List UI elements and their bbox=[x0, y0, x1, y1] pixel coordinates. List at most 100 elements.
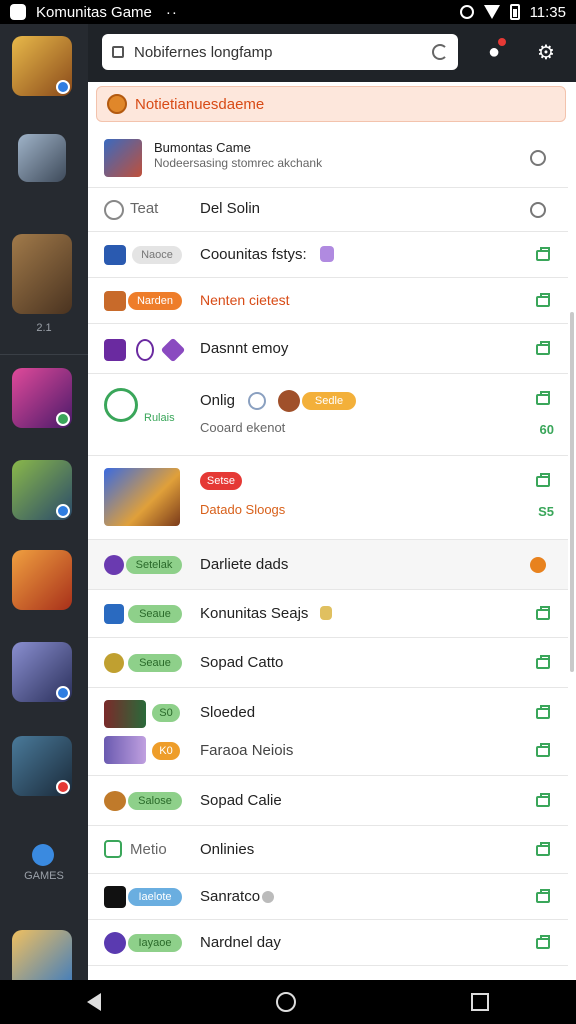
open-icon[interactable] bbox=[536, 606, 550, 620]
system-nav-bar bbox=[0, 980, 576, 1024]
open-icon[interactable] bbox=[536, 341, 550, 355]
recents-icon[interactable] bbox=[470, 993, 489, 1011]
info-icon bbox=[248, 392, 266, 410]
open-icon[interactable] bbox=[536, 935, 550, 949]
scrollbar[interactable] bbox=[570, 312, 574, 672]
rail-game-1[interactable] bbox=[12, 36, 72, 96]
row-label: Nardnel day bbox=[200, 934, 281, 951]
row-label: Onlig bbox=[200, 392, 236, 409]
open-icon[interactable] bbox=[536, 473, 550, 487]
open-icon[interactable] bbox=[536, 743, 550, 757]
row-tag: Seaue bbox=[128, 605, 182, 623]
app-icon bbox=[10, 4, 26, 20]
rail-game-5[interactable] bbox=[12, 460, 72, 520]
notification-icon bbox=[56, 780, 70, 794]
shield-icon[interactable] bbox=[530, 202, 546, 218]
verified-icon bbox=[56, 80, 70, 94]
open-icon[interactable] bbox=[536, 793, 550, 807]
avatar bbox=[104, 555, 124, 575]
avatar bbox=[104, 653, 124, 673]
rail-game-2[interactable] bbox=[18, 134, 66, 182]
reload-icon[interactable] bbox=[432, 44, 448, 60]
rail-game-8[interactable] bbox=[12, 736, 72, 796]
notification-banner[interactable]: Notietianuesdaeme bbox=[96, 86, 566, 122]
row-sub: Datado Sloogs bbox=[200, 502, 286, 517]
status-bar-title: Komunitas Game bbox=[36, 3, 152, 21]
list-item[interactable]: Narden Nenten cietest bbox=[88, 278, 568, 324]
game-thumbnail bbox=[104, 700, 146, 728]
check-icon bbox=[104, 840, 122, 858]
status-dot-icon bbox=[530, 557, 546, 573]
rail-game-4[interactable] bbox=[12, 368, 72, 428]
wifi-icon bbox=[483, 5, 500, 19]
rail-caption-games: GAMES bbox=[24, 870, 64, 882]
list-item[interactable]: Teat Del Solin bbox=[88, 188, 568, 232]
badge-icon bbox=[136, 339, 154, 361]
row-label: Sanratco bbox=[200, 888, 261, 905]
game-thumbnail bbox=[104, 886, 126, 908]
row-sub: Cooard ekenot bbox=[200, 420, 286, 435]
open-icon[interactable] bbox=[536, 889, 550, 903]
search-input[interactable]: Nobifernes longfamp bbox=[102, 34, 458, 70]
game-thumbnail bbox=[104, 291, 126, 311]
list-item[interactable]: Dasnnt emoy bbox=[88, 324, 568, 374]
list-item[interactable]: Rulais Onlig Sedle Cooard ekenot 60 bbox=[88, 374, 568, 456]
list-item[interactable]: Naoce Coounitas fstys: bbox=[88, 232, 568, 278]
back-icon[interactable] bbox=[87, 993, 102, 1011]
info-icon bbox=[262, 891, 274, 903]
list-item[interactable]: Seaue Konunitas Seajs bbox=[88, 590, 568, 638]
list-item[interactable]: Iayaoe Nardnel day bbox=[88, 920, 568, 966]
status-bar: Komunitas Game ·· 11:35 bbox=[0, 0, 576, 24]
verified-icon bbox=[56, 412, 70, 426]
row-count: 60 bbox=[539, 422, 554, 437]
status-bar-dots: ·· bbox=[165, 3, 178, 21]
row-label: Sloeded bbox=[200, 704, 256, 721]
row-sub: Nodeersasing stomrec akchank bbox=[154, 156, 323, 170]
list-item[interactable]: Bumontas Came Nodeersasing stomrec akcha… bbox=[88, 126, 568, 188]
open-icon[interactable] bbox=[536, 842, 550, 856]
gear-icon: ⚙ bbox=[537, 41, 555, 64]
list-item[interactable]: Iaelote Sanratco bbox=[88, 874, 568, 920]
row-tag: Setse bbox=[200, 472, 242, 490]
open-icon[interactable] bbox=[536, 293, 550, 307]
list-item[interactable]: S0 Sloeded K0 Faraoa Neiois bbox=[88, 688, 568, 776]
badge-icon bbox=[320, 606, 332, 620]
row-label: Coounitas fstys: bbox=[200, 246, 307, 263]
list-item[interactable]: Seaue Sopad Catto bbox=[88, 638, 568, 688]
row-tag: K0 bbox=[152, 742, 180, 760]
cube-icon bbox=[160, 337, 186, 363]
games-hub-icon[interactable] bbox=[32, 844, 54, 866]
row-tag: Sedle bbox=[302, 392, 356, 410]
row-tag: Iayaoe bbox=[128, 934, 182, 952]
list-item[interactable]: Setse Datado Sloogs S5 bbox=[88, 456, 568, 540]
list-item[interactable]: Metio Onlinies bbox=[88, 826, 568, 874]
home-icon[interactable] bbox=[275, 992, 296, 1012]
community-logo-icon bbox=[104, 388, 138, 422]
row-label: Dasnnt emoy bbox=[200, 340, 289, 357]
rail-game-6[interactable] bbox=[12, 550, 72, 610]
lock-icon bbox=[112, 46, 124, 58]
row-label: Del Solin bbox=[200, 200, 261, 217]
open-icon[interactable] bbox=[536, 247, 550, 261]
open-icon[interactable] bbox=[536, 391, 550, 405]
tag-icon bbox=[104, 200, 124, 220]
game-thumbnail bbox=[104, 604, 124, 624]
avatar bbox=[278, 390, 300, 412]
open-icon[interactable] bbox=[536, 655, 550, 669]
notifications-button[interactable]: ● bbox=[480, 38, 508, 66]
rail-game-3[interactable] bbox=[12, 234, 72, 314]
rail-game-7[interactable] bbox=[12, 642, 72, 702]
row-tag: Salose bbox=[128, 792, 182, 810]
compass-icon[interactable] bbox=[530, 150, 546, 166]
row-tag: Setelak bbox=[126, 556, 182, 574]
verified-icon bbox=[56, 686, 70, 700]
open-icon[interactable] bbox=[536, 705, 550, 719]
list-item[interactable]: Salose Sopad Calie bbox=[88, 776, 568, 826]
game-thumbnail bbox=[104, 245, 126, 265]
row-label: Darliete dads bbox=[200, 556, 289, 573]
settings-button[interactable]: ⚙ bbox=[532, 38, 560, 66]
banner-icon bbox=[107, 94, 127, 114]
row-tag: Seaue bbox=[128, 654, 182, 672]
row-tag: Naoce bbox=[132, 246, 182, 264]
list-item[interactable]: Setelak Darliete dads bbox=[88, 540, 568, 590]
